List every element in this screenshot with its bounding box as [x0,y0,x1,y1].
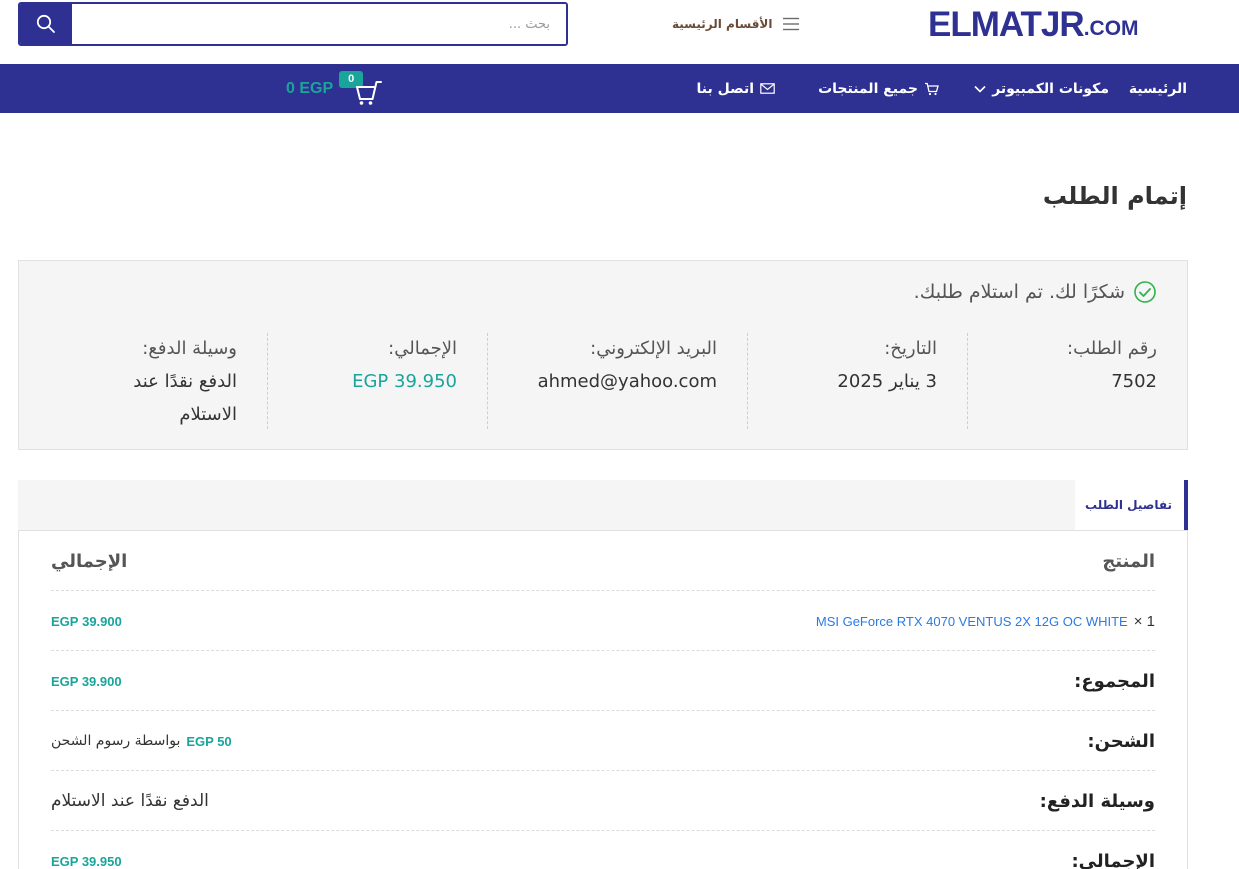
site-logo[interactable]: ELMATJR .COM [928,4,1139,44]
overview-divider [267,333,268,429]
subtotal-label: المجموع: [1074,670,1155,692]
subtotal-value-cell: EGP 39.900 [51,651,122,711]
shipping-row: الشحن: EGP 50 بواسطة رسوم الشحن [51,711,1155,771]
grand-total-row: الإجمالي: EGP 39.950 [51,831,1155,869]
envelope-icon [760,83,775,94]
nav-item-label: جميع المنتجات [818,80,918,97]
email-value: ahmed@yahoo.com [537,371,717,392]
line-total-value: 39.900 EGP [51,613,122,629]
overview-date: التاريخ: 3 يناير 2025 [747,333,967,429]
subtotal-row: المجموع: EGP 39.900 [51,651,1155,711]
overview-payment-method: وسيلة الدفع: الدفع نقدًا عند الاستلام [37,333,267,429]
mini-cart[interactable]: 0 EGP 0 [286,64,383,113]
nav-item-label: مكونات الكمبيوتر [992,80,1109,97]
site-header: الأقسام الرئيسية ELMATJR .COM [0,0,1239,64]
total-label: الإجمالي: [388,338,457,359]
table-row: 1 × MSI GeForce RTX 4070 VENTUS 2X 12G O… [51,591,1155,651]
search-input[interactable] [72,4,566,44]
date-value: 3 يناير 2025 [837,371,937,392]
date-label: التاريخ: [884,338,937,359]
order-details-table: المنتج الإجمالي 1 × MSI GeForce RTX 4070… [18,530,1188,869]
overview-email: البريد الإلكتروني: ahmed@yahoo.com [487,333,747,429]
overview-order-number: رقم الطلب: 7502 [967,333,1187,429]
grand-total-label: الإجمالي: [1071,850,1155,869]
order-received-notice: شكرًا لك. تم استلام طلبك. [914,280,1157,304]
payment-label-cell: وسيلة الدفع: [1040,771,1155,831]
table-header-product-cell: المنتج [1102,531,1155,591]
search-button[interactable] [20,4,72,44]
search-bar [18,2,568,46]
nav-item-label: اتصل بنا [696,80,754,97]
search-icon [36,14,55,33]
overview-total: الإجمالي: 39.950 EGP [267,333,487,429]
check-circle-icon [1134,281,1156,303]
order-received-box: شكرًا لك. تم استلام طلبك. رقم الطلب: 750… [18,260,1188,450]
logo-main-text: ELMATJR [928,5,1085,44]
shipping-amount: EGP 50 [186,733,232,749]
cart-icon-wrap: 0 [339,70,383,105]
page-title: إتمام الطلب [1042,182,1187,210]
table-header-total-cell: الإجمالي [51,531,127,591]
product-name-link[interactable]: MSI GeForce RTX 4070 VENTUS 2X 12G OC WH… [816,614,1128,629]
overview-divider [487,333,488,429]
hamburger-menu-icon [783,17,800,31]
shipping-method: بواسطة رسوم الشحن [51,733,181,749]
cart-small-icon [925,82,939,95]
logo-suffix-text: .COM [1083,17,1139,40]
cart-total: 0 EGP [286,79,334,97]
payment-method-row-value: الدفع نقدًا عند الاستلام [51,791,209,811]
main-categories-label: الأقسام الرئيسية [672,17,773,31]
subtotal-label-cell: المجموع: [1074,651,1155,711]
payment-method-row: وسيلة الدفع: الدفع نقدًا عند الاستلام [51,771,1155,831]
shipping-value-cell: EGP 50 بواسطة رسوم الشحن [51,711,232,771]
overview-divider [967,333,968,429]
total-value: 39.950 EGP [352,371,457,392]
shopping-cart-icon [356,80,383,105]
chevron-down-icon [974,85,986,93]
email-label: البريد الإلكتروني: [590,338,717,359]
order-number-label: رقم الطلب: [1067,338,1157,359]
nav-item-contact[interactable]: اتصل بنا [697,64,775,113]
main-categories-menu[interactable]: الأقسام الرئيسية [672,13,800,35]
payment-method-value-line2: الاستلام [179,404,237,425]
column-header-product: المنتج [1102,550,1155,572]
line-total-cell: 39.900 EGP [51,591,122,651]
grand-total-label-cell: الإجمالي: [1071,831,1155,869]
main-navigation: الرئيسية مكونات الكمبيوتر جميع المنتجات … [0,64,1239,113]
order-details-tabs: تفاصيل الطلب [18,480,1188,530]
shipping-label-cell: الشحن: [1087,711,1155,771]
thank-you-message: شكرًا لك. تم استلام طلبك. [913,281,1125,303]
payment-method-label: وسيلة الدفع: [142,338,237,359]
payment-method-value-line1: الدفع نقدًا عند [133,371,237,392]
overview-divider [747,333,748,429]
nav-item-all-products[interactable]: جميع المنتجات [818,64,939,113]
grand-total-value: EGP 39.950 [51,853,122,869]
payment-value-cell: الدفع نقدًا عند الاستلام [51,771,209,831]
order-number-value: 7502 [1111,371,1157,392]
nav-item-home[interactable]: الرئيسية [1129,64,1187,113]
table-header-row: المنتج الإجمالي [51,531,1155,591]
nav-item-computer-components[interactable]: مكونات الكمبيوتر [974,64,1109,113]
nav-item-label: الرئيسية [1128,80,1187,97]
tab-order-details[interactable]: تفاصيل الطلب [1075,480,1188,530]
payment-method-row-label: وسيلة الدفع: [1039,790,1155,812]
product-cell: 1 × MSI GeForce RTX 4070 VENTUS 2X 12G O… [816,591,1155,651]
grand-total-value-cell: EGP 39.950 [51,831,122,869]
column-header-total: الإجمالي [51,550,128,572]
subtotal-value: EGP 39.900 [51,673,122,689]
product-quantity: 1 × [1133,612,1155,630]
tab-label: تفاصيل الطلب [1085,498,1172,512]
shipping-label: الشحن: [1087,730,1155,752]
